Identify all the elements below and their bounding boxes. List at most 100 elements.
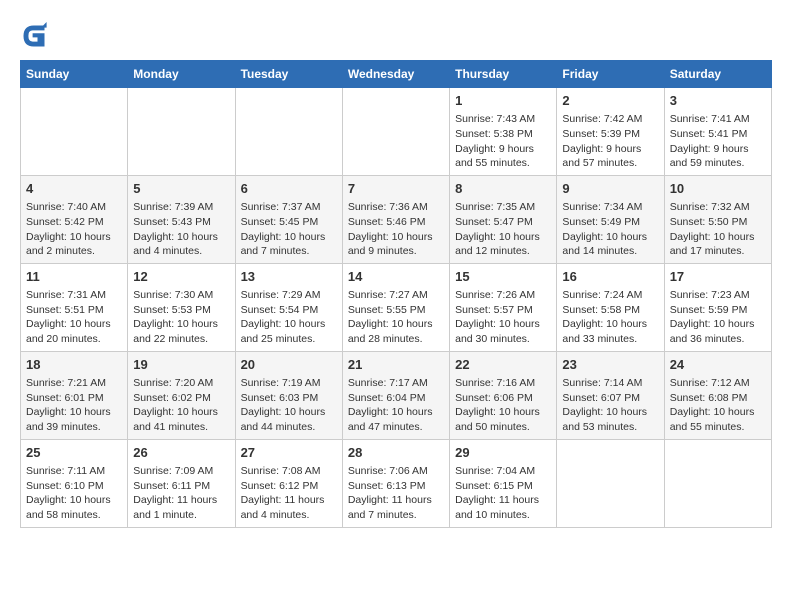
- calendar-day-cell: 13 Sunrise: 7:29 AM Sunset: 5:54 PM Dayli…: [235, 263, 342, 351]
- day-number: 4: [26, 180, 122, 198]
- day-number: 13: [241, 268, 337, 286]
- calendar-day-cell: 6Sunrise: 7:37 AM Sunset: 5:45 PM Daylig…: [235, 175, 342, 263]
- logo: [20, 20, 50, 50]
- calendar-day-cell: 23 Sunrise: 7:14 AM Sunset: 6:07 PM Dayli…: [557, 351, 664, 439]
- calendar-day-cell: [128, 88, 235, 176]
- calendar-day-cell: 17 Sunrise: 7:23 AM Sunset: 5:59 PM Dayli…: [664, 263, 771, 351]
- day-info: Sunrise: 7:17 AM Sunset: 6:04 PM Dayligh…: [348, 376, 444, 435]
- day-info: Sunrise: 7:08 AM Sunset: 6:12 PM Dayligh…: [241, 464, 337, 523]
- logo-icon: [20, 22, 48, 50]
- header-row: SundayMondayTuesdayWednesdayThursdayFrid…: [21, 61, 772, 88]
- calendar-day-cell: 3 Sunrise: 7:41 AM Sunset: 5:41 PM Daylig…: [664, 88, 771, 176]
- calendar-day-cell: 1 Sunrise: 7:43 AM Sunset: 5:38 PM Daylig…: [450, 88, 557, 176]
- calendar-day-cell: 27 Sunrise: 7:08 AM Sunset: 6:12 PM Dayli…: [235, 439, 342, 527]
- day-number: 18: [26, 356, 122, 374]
- day-info: Sunrise: 7:30 AM Sunset: 5:53 PM Dayligh…: [133, 288, 229, 347]
- day-info: Sunrise: 7:04 AM Sunset: 6:15 PM Dayligh…: [455, 464, 551, 523]
- day-info: Sunrise: 7:14 AM Sunset: 6:07 PM Dayligh…: [562, 376, 658, 435]
- day-info: Sunrise: 7:24 AM Sunset: 5:58 PM Dayligh…: [562, 288, 658, 347]
- calendar-day-cell: 25 Sunrise: 7:11 AM Sunset: 6:10 PM Dayli…: [21, 439, 128, 527]
- day-info: Sunrise: 7:21 AM Sunset: 6:01 PM Dayligh…: [26, 376, 122, 435]
- calendar-day-cell: 20 Sunrise: 7:19 AM Sunset: 6:03 PM Dayli…: [235, 351, 342, 439]
- calendar-day-cell: 26 Sunrise: 7:09 AM Sunset: 6:11 PM Dayli…: [128, 439, 235, 527]
- day-info: Sunrise: 7:42 AM Sunset: 5:39 PM Dayligh…: [562, 112, 658, 171]
- day-info: Sunrise: 7:40 AM Sunset: 5:42 PM Dayligh…: [26, 200, 122, 259]
- calendar-day-cell: [557, 439, 664, 527]
- day-number: 17: [670, 268, 766, 286]
- calendar-day-cell: 5 Sunrise: 7:39 AM Sunset: 5:43 PM Daylig…: [128, 175, 235, 263]
- day-info: Sunrise: 7:41 AM Sunset: 5:41 PM Dayligh…: [670, 112, 766, 171]
- day-number: 8: [455, 180, 551, 198]
- header-day: Monday: [128, 61, 235, 88]
- day-number: 3: [670, 92, 766, 110]
- day-info: Sunrise: 7:29 AM Sunset: 5:54 PM Dayligh…: [241, 288, 337, 347]
- calendar-day-cell: 24 Sunrise: 7:12 AM Sunset: 6:08 PM Dayli…: [664, 351, 771, 439]
- day-number: 29: [455, 444, 551, 462]
- day-info: Sunrise: 7:20 AM Sunset: 6:02 PM Dayligh…: [133, 376, 229, 435]
- day-info: Sunrise: 7:19 AM Sunset: 6:03 PM Dayligh…: [241, 376, 337, 435]
- day-info: Sunrise: 7:32 AM Sunset: 5:50 PM Dayligh…: [670, 200, 766, 259]
- day-number: 14: [348, 268, 444, 286]
- calendar-day-cell: 9Sunrise: 7:34 AM Sunset: 5:49 PM Daylig…: [557, 175, 664, 263]
- calendar-week-row: 18 Sunrise: 7:21 AM Sunset: 6:01 PM Dayli…: [21, 351, 772, 439]
- day-number: 11: [26, 268, 122, 286]
- header-day: Wednesday: [342, 61, 449, 88]
- day-number: 1: [455, 92, 551, 110]
- calendar-day-cell: 10 Sunrise: 7:32 AM Sunset: 5:50 PM Dayli…: [664, 175, 771, 263]
- day-number: 7: [348, 180, 444, 198]
- day-info: Sunrise: 7:36 AM Sunset: 5:46 PM Dayligh…: [348, 200, 444, 259]
- day-info: Sunrise: 7:31 AM Sunset: 5:51 PM Dayligh…: [26, 288, 122, 347]
- day-number: 25: [26, 444, 122, 462]
- day-info: Sunrise: 7:09 AM Sunset: 6:11 PM Dayligh…: [133, 464, 229, 523]
- day-number: 24: [670, 356, 766, 374]
- day-number: 10: [670, 180, 766, 198]
- header-day: Saturday: [664, 61, 771, 88]
- calendar-body: 1 Sunrise: 7:43 AM Sunset: 5:38 PM Daylig…: [21, 88, 772, 528]
- calendar-day-cell: 4 Sunrise: 7:40 AM Sunset: 5:42 PM Daylig…: [21, 175, 128, 263]
- day-number: 28: [348, 444, 444, 462]
- header-day: Thursday: [450, 61, 557, 88]
- header-day: Friday: [557, 61, 664, 88]
- calendar-day-cell: [342, 88, 449, 176]
- calendar-day-cell: 16 Sunrise: 7:24 AM Sunset: 5:58 PM Dayli…: [557, 263, 664, 351]
- day-number: 2: [562, 92, 658, 110]
- calendar-day-cell: 22Sunrise: 7:16 AM Sunset: 6:06 PM Dayli…: [450, 351, 557, 439]
- header-day: Sunday: [21, 61, 128, 88]
- day-number: 26: [133, 444, 229, 462]
- day-info: Sunrise: 7:11 AM Sunset: 6:10 PM Dayligh…: [26, 464, 122, 523]
- calendar-day-cell: 15 Sunrise: 7:26 AM Sunset: 5:57 PM Dayli…: [450, 263, 557, 351]
- day-info: Sunrise: 7:23 AM Sunset: 5:59 PM Dayligh…: [670, 288, 766, 347]
- day-number: 23: [562, 356, 658, 374]
- day-info: Sunrise: 7:43 AM Sunset: 5:38 PM Dayligh…: [455, 112, 551, 171]
- page-header: [20, 20, 772, 50]
- calendar-day-cell: 14Sunrise: 7:27 AM Sunset: 5:55 PM Dayli…: [342, 263, 449, 351]
- day-number: 20: [241, 356, 337, 374]
- day-number: 5: [133, 180, 229, 198]
- calendar-week-row: 4 Sunrise: 7:40 AM Sunset: 5:42 PM Daylig…: [21, 175, 772, 263]
- day-number: 16: [562, 268, 658, 286]
- day-info: Sunrise: 7:39 AM Sunset: 5:43 PM Dayligh…: [133, 200, 229, 259]
- day-number: 15: [455, 268, 551, 286]
- calendar-day-cell: 11 Sunrise: 7:31 AM Sunset: 5:51 PM Dayli…: [21, 263, 128, 351]
- day-info: Sunrise: 7:34 AM Sunset: 5:49 PM Dayligh…: [562, 200, 658, 259]
- calendar-header: SundayMondayTuesdayWednesdayThursdayFrid…: [21, 61, 772, 88]
- calendar-day-cell: 21Sunrise: 7:17 AM Sunset: 6:04 PM Dayli…: [342, 351, 449, 439]
- day-number: 27: [241, 444, 337, 462]
- day-number: 22: [455, 356, 551, 374]
- calendar-day-cell: 29 Sunrise: 7:04 AM Sunset: 6:15 PM Dayli…: [450, 439, 557, 527]
- day-info: Sunrise: 7:06 AM Sunset: 6:13 PM Dayligh…: [348, 464, 444, 523]
- calendar-day-cell: 2 Sunrise: 7:42 AM Sunset: 5:39 PM Daylig…: [557, 88, 664, 176]
- calendar-week-row: 11 Sunrise: 7:31 AM Sunset: 5:51 PM Dayli…: [21, 263, 772, 351]
- calendar-day-cell: 8 Sunrise: 7:35 AM Sunset: 5:47 PM Daylig…: [450, 175, 557, 263]
- day-info: Sunrise: 7:37 AM Sunset: 5:45 PM Dayligh…: [241, 200, 337, 259]
- day-info: Sunrise: 7:12 AM Sunset: 6:08 PM Dayligh…: [670, 376, 766, 435]
- calendar-day-cell: [21, 88, 128, 176]
- day-info: Sunrise: 7:35 AM Sunset: 5:47 PM Dayligh…: [455, 200, 551, 259]
- day-number: 19: [133, 356, 229, 374]
- calendar-day-cell: 19 Sunrise: 7:20 AM Sunset: 6:02 PM Dayli…: [128, 351, 235, 439]
- day-info: Sunrise: 7:26 AM Sunset: 5:57 PM Dayligh…: [455, 288, 551, 347]
- calendar-day-cell: 7 Sunrise: 7:36 AM Sunset: 5:46 PM Daylig…: [342, 175, 449, 263]
- calendar-day-cell: [235, 88, 342, 176]
- calendar-week-row: 1 Sunrise: 7:43 AM Sunset: 5:38 PM Daylig…: [21, 88, 772, 176]
- calendar-day-cell: 28 Sunrise: 7:06 AM Sunset: 6:13 PM Dayli…: [342, 439, 449, 527]
